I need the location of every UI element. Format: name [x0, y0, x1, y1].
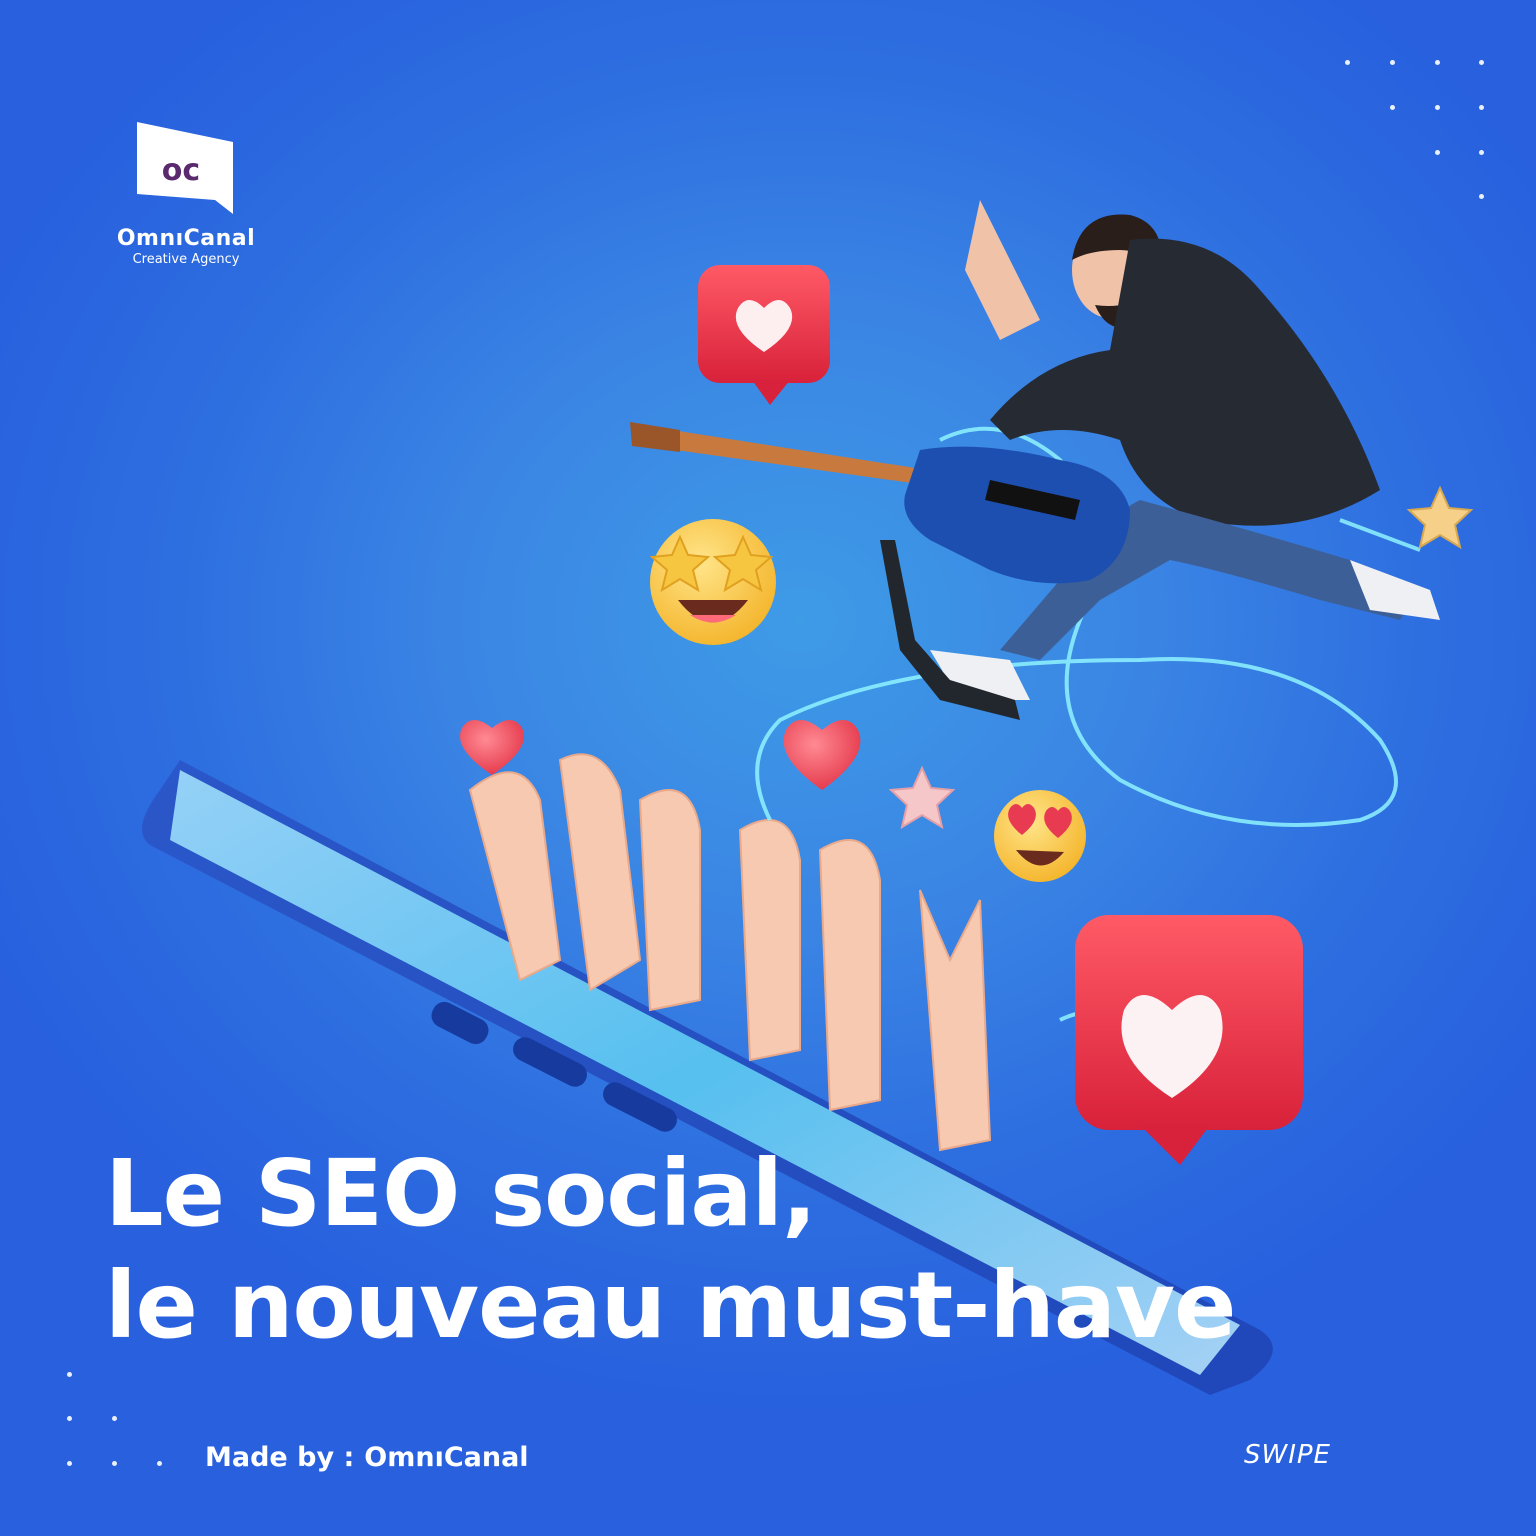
logo-mark: oc: [162, 153, 200, 188]
headline-line-1: Le SEO social,: [105, 1140, 817, 1247]
brand-tagline: Creative Agency: [132, 252, 240, 267]
brand-name: OmnıCanal: [116, 226, 256, 251]
heart-icon: [460, 720, 524, 775]
heart-like-bubble-icon: [1075, 915, 1303, 1165]
star-struck-emoji-icon: [649, 519, 776, 645]
poster: oc OmnıCanal Creative Agency Le SEO soci…: [0, 0, 1536, 1536]
heart-icon: [783, 720, 861, 790]
heart-like-bubble-icon: [698, 265, 830, 405]
headline: Le SEO social, le nouveau must-have: [105, 1138, 1236, 1362]
made-by-label: Made by :: [205, 1442, 355, 1473]
omnicanal-logo-icon: oc: [137, 122, 233, 214]
star-icon: [888, 765, 956, 830]
headline-line-2: le nouveau must-have: [105, 1252, 1236, 1359]
heart-eyes-emoji-icon: [994, 790, 1086, 882]
made-by-brand: OmnıCanal: [364, 1442, 529, 1473]
swipe-hint[interactable]: SWIPE: [1244, 1440, 1331, 1470]
made-by-credit: Made by : OmnıCanal: [205, 1442, 529, 1473]
star-icon: [1406, 485, 1474, 550]
